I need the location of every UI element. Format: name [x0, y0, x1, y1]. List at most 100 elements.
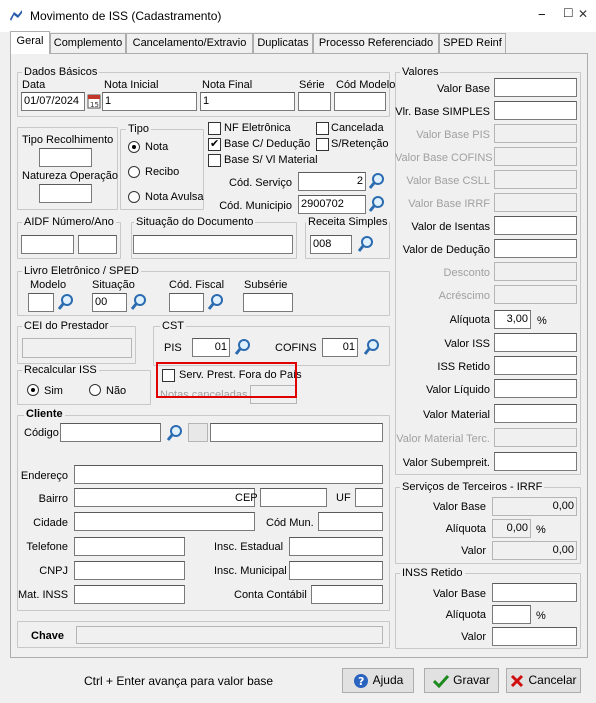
aidf-numero-field[interactable] — [21, 235, 74, 254]
cod-modelo-field[interactable] — [334, 92, 386, 111]
natureza-operacao-field[interactable] — [39, 184, 92, 203]
serie-field[interactable] — [298, 92, 331, 111]
recalcular-sim-radio[interactable] — [27, 384, 39, 396]
base-c-deducao-label: Base C/ Dedução — [224, 138, 311, 150]
receita-search-icon[interactable] — [357, 235, 375, 253]
recalcular-nao-radio[interactable] — [89, 384, 101, 396]
subserie-field[interactable] — [243, 293, 293, 312]
tab-duplicatas[interactable]: Duplicatas — [253, 33, 313, 53]
inss-aliquota-label: Alíquota — [445, 609, 486, 621]
nf-eletronica-checkbox[interactable] — [208, 122, 221, 135]
tab-processo-referenciado[interactable]: Processo Referenciado — [313, 33, 439, 53]
inss-valor-label: Valor — [461, 631, 486, 643]
valores-row-field[interactable] — [494, 101, 577, 120]
nota-final-field[interactable]: 1 — [200, 92, 295, 111]
valores-row2-field[interactable] — [494, 333, 577, 352]
valores-row2-label: Valor Material Terc. — [396, 433, 490, 445]
cliente-nome-field[interactable] — [210, 423, 383, 442]
calendar-icon[interactable]: 15 — [87, 93, 101, 109]
insc-municipal-label: Insc. Municipal — [214, 565, 287, 577]
cidade-field[interactable] — [74, 512, 255, 531]
minimize-button[interactable]: − — [538, 8, 546, 21]
base-c-deducao-checkbox[interactable] — [208, 137, 221, 151]
cei-field — [22, 338, 132, 358]
valores-row2-field[interactable] — [494, 379, 577, 398]
cod-mun-field[interactable] — [318, 512, 383, 531]
receita-simples-field[interactable]: 008 — [310, 235, 352, 254]
bairro-field[interactable] — [74, 488, 255, 507]
insc-estadual-field[interactable] — [289, 537, 383, 556]
tipo-recibo-radio[interactable] — [128, 166, 140, 178]
uf-field[interactable] — [355, 488, 383, 507]
tipo-nota-avulsa-radio[interactable] — [128, 191, 140, 203]
cep-field[interactable] — [260, 488, 327, 507]
cod-servico-field[interactable]: 2 — [298, 172, 366, 191]
aliquota-field[interactable]: 3,00 — [494, 310, 531, 329]
tab-complemento[interactable]: Complemento — [50, 33, 126, 53]
tab-geral[interactable]: Geral — [10, 31, 50, 54]
cancelar-label: Cancelar — [528, 673, 577, 687]
valores-row2-field[interactable] — [494, 452, 577, 471]
valores-row-field[interactable] — [494, 216, 577, 235]
valores-row2-label: ISS Retido — [437, 361, 490, 373]
cidade-label: Cidade — [33, 517, 68, 529]
irrf-valor-base-label: Valor Base — [433, 501, 486, 513]
valores-row-field — [494, 262, 577, 281]
endereco-field[interactable] — [74, 465, 383, 484]
tab-sped-reinf[interactable]: SPED Reinf — [439, 33, 506, 53]
cofins-field[interactable]: 01 — [322, 338, 358, 357]
tipo-recolhimento-field[interactable] — [39, 148, 92, 167]
valores-row2-label: Valor Líquido — [425, 384, 490, 396]
nota-inicial-field[interactable]: 1 — [102, 92, 197, 111]
tab-cancelamento[interactable]: Cancelamento/Extravio — [126, 33, 253, 53]
maximize-button[interactable]: □ — [564, 5, 572, 19]
cofins-search-icon[interactable] — [363, 338, 381, 356]
tipo-recibo-label: Recibo — [145, 166, 180, 178]
situacao-field[interactable] — [133, 235, 293, 254]
cliente-codigo-field[interactable] — [60, 423, 161, 442]
data-field[interactable]: 01/07/2024 — [21, 92, 85, 111]
valores-row-field[interactable] — [494, 239, 577, 258]
cod-municipio-search-icon[interactable] — [368, 195, 386, 213]
valores-row2-label: Valor Material — [422, 409, 490, 421]
cliente-search-icon[interactable] — [166, 424, 184, 442]
base-s-vl-material-checkbox[interactable] — [208, 154, 221, 167]
cancelada-checkbox[interactable] — [316, 122, 329, 135]
cep-label: CEP — [235, 492, 258, 504]
livro-modelo-field[interactable] — [28, 293, 54, 312]
data-label: Data — [22, 79, 46, 91]
inss-aliquota-field[interactable] — [492, 605, 531, 624]
valores-row-label: Valor Base COFINS — [395, 152, 493, 164]
valores-row2-field[interactable] — [494, 404, 577, 423]
cliente-lookup-button[interactable] — [188, 423, 208, 442]
cod-municipio-field[interactable]: 2900702 — [298, 195, 366, 214]
insc-municipal-field[interactable] — [289, 561, 383, 580]
cnpj-field[interactable] — [74, 561, 185, 580]
cod-fiscal-field[interactable] — [169, 293, 204, 312]
aidf-ano-field[interactable] — [78, 235, 117, 254]
tipo-nota-radio[interactable] — [128, 141, 140, 153]
app-icon — [10, 10, 22, 21]
gravar-button[interactable]: Gravar — [424, 668, 499, 693]
cod-fiscal-search-icon[interactable] — [207, 293, 225, 311]
pis-search-icon[interactable] — [234, 338, 252, 356]
cancelar-button[interactable]: Cancelar — [506, 668, 581, 693]
inss-valor-base-field[interactable] — [492, 583, 577, 602]
livro-situacao-search-icon[interactable] — [130, 293, 148, 311]
pis-field[interactable]: 01 — [192, 338, 230, 357]
livro-situacao-field[interactable]: 00 — [92, 293, 127, 312]
serie-label: Série — [299, 79, 325, 91]
cod-servico-search-icon[interactable] — [368, 172, 386, 190]
telefone-field[interactable] — [74, 537, 185, 556]
close-button[interactable]: ✕ — [578, 8, 588, 21]
livro-situacao-label: Situação — [92, 279, 135, 291]
conta-contabil-field[interactable] — [311, 585, 383, 604]
livro-modelo-search-icon[interactable] — [57, 293, 75, 311]
s-retencao-checkbox[interactable] — [316, 138, 329, 151]
inss-valor-field[interactable] — [492, 627, 577, 646]
valores-row2-field[interactable] — [494, 356, 577, 375]
valores-row-label: Acréscimo — [438, 290, 490, 302]
valores-row-field[interactable] — [494, 78, 577, 97]
mat-inss-field[interactable] — [74, 585, 185, 604]
ajuda-button[interactable]: ? Ajuda — [342, 668, 414, 693]
